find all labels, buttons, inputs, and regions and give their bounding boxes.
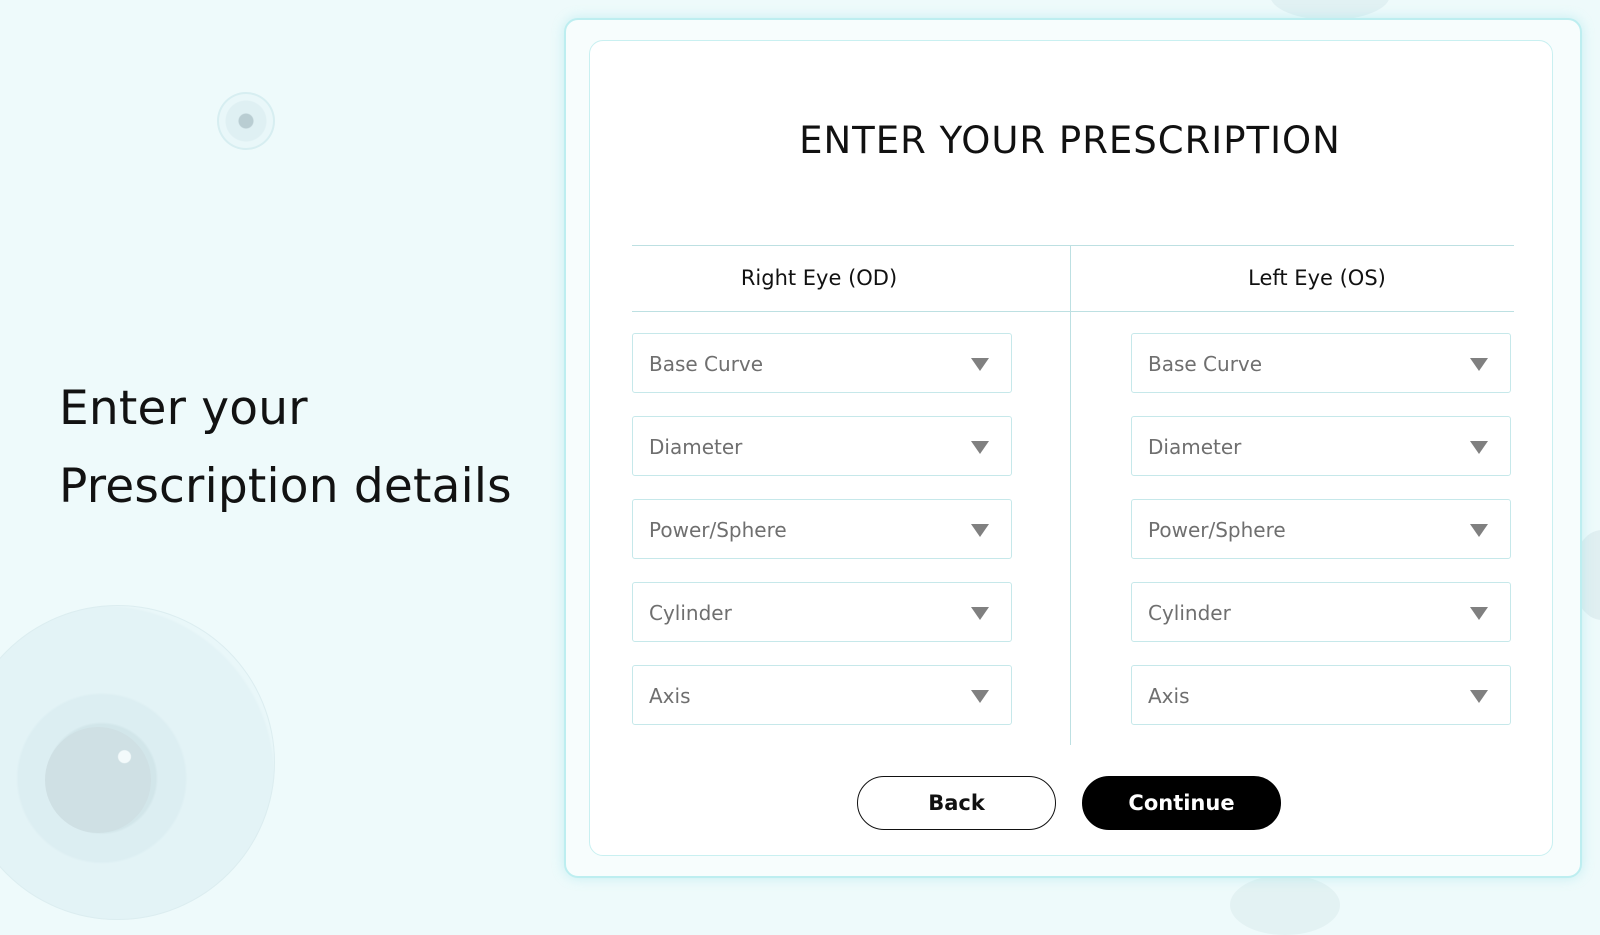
back-button[interactable]: Back [857, 776, 1056, 830]
right-power-sphere-select[interactable]: Power/Sphere [632, 499, 1012, 559]
caret-down-icon [971, 441, 989, 454]
left-cylinder-select[interactable]: Cylinder [1131, 582, 1511, 642]
caret-down-icon [1470, 607, 1488, 620]
table-divider [632, 311, 1514, 312]
continue-button[interactable]: Continue [1082, 776, 1281, 830]
left-power-sphere-select[interactable]: Power/Sphere [1131, 499, 1511, 559]
select-placeholder: Base Curve [1148, 352, 1263, 376]
select-placeholder: Axis [649, 684, 691, 708]
right-diameter-select[interactable]: Diameter [632, 416, 1012, 476]
right-eye-heading: Right Eye (OD) [740, 266, 898, 290]
caret-down-icon [971, 358, 989, 371]
prescription-table: Right Eye (OD) Left Eye (OS) Base Curve … [632, 245, 1514, 745]
caret-down-icon [971, 607, 989, 620]
select-placeholder: Axis [1148, 684, 1190, 708]
decorative-eye-image-small [217, 92, 275, 150]
decorative-blob [1270, 0, 1390, 20]
caret-down-icon [971, 690, 989, 703]
hero-heading: Enter your Prescription details [59, 370, 512, 526]
left-diameter-select[interactable]: Diameter [1131, 416, 1511, 476]
decorative-blob [1230, 875, 1340, 935]
right-cylinder-select[interactable]: Cylinder [632, 582, 1012, 642]
decorative-eye-image-large [0, 605, 275, 920]
right-axis-select[interactable]: Axis [632, 665, 1012, 725]
select-placeholder: Base Curve [649, 352, 764, 376]
right-base-curve-select[interactable]: Base Curve [632, 333, 1012, 393]
caret-down-icon [1470, 524, 1488, 537]
caret-down-icon [1470, 358, 1488, 371]
select-placeholder: Power/Sphere [1148, 518, 1286, 542]
hero-line-2: Prescription details [59, 459, 512, 514]
select-placeholder: Cylinder [1148, 601, 1231, 625]
column-divider [1070, 245, 1071, 745]
left-eye-heading: Left Eye (OS) [1248, 266, 1386, 290]
left-base-curve-select[interactable]: Base Curve [1131, 333, 1511, 393]
caret-down-icon [1470, 441, 1488, 454]
caret-down-icon [971, 524, 989, 537]
select-placeholder: Cylinder [649, 601, 732, 625]
eye-pupil [45, 727, 151, 833]
hero-line-1: Enter your [59, 381, 308, 436]
select-placeholder: Diameter [649, 435, 743, 459]
caret-down-icon [1470, 690, 1488, 703]
form-title: ENTER YOUR PRESCRIPTION [799, 119, 1341, 162]
select-placeholder: Diameter [1148, 435, 1242, 459]
left-axis-select[interactable]: Axis [1131, 665, 1511, 725]
select-placeholder: Power/Sphere [649, 518, 787, 542]
